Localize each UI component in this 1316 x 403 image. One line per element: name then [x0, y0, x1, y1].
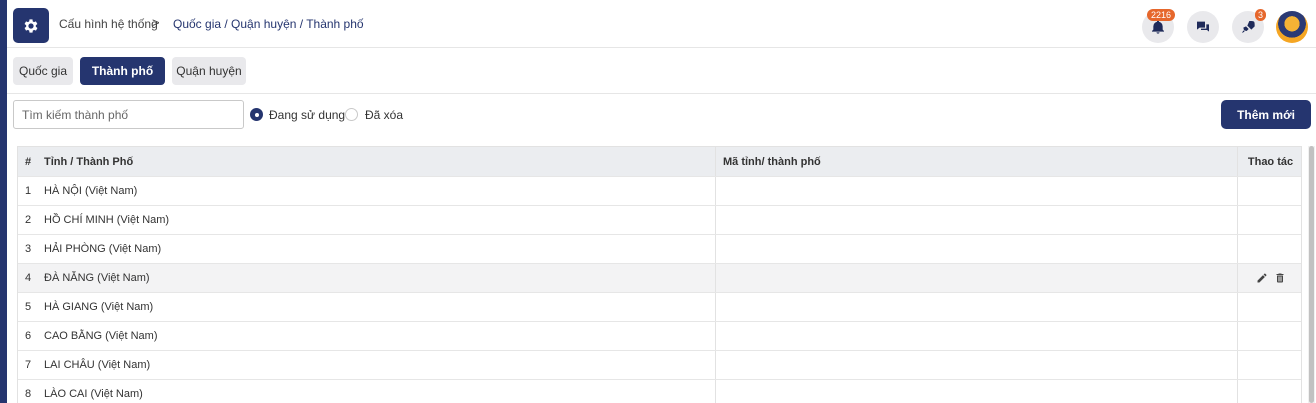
tab-city[interactable]: Thành phố: [80, 57, 165, 85]
user-avatar[interactable]: [1276, 11, 1308, 43]
status-deleted-radio[interactable]: [345, 108, 358, 121]
column-header-name[interactable]: Tỉnh / Thành Phố: [38, 147, 715, 176]
row-index: 8: [24, 388, 32, 400]
breadcrumb-current: Quốc gia / Quận huyện / Thành phố: [173, 17, 364, 31]
row-actions: [1237, 264, 1301, 292]
status-active-radio[interactable]: [250, 108, 263, 121]
table-row[interactable]: 4 ĐÀ NẴNG (Việt Nam): [18, 264, 1301, 293]
row-city-name: HỒ CHÍ MINH (Việt Nam): [44, 214, 170, 226]
row-city-code: [715, 351, 1237, 379]
row-actions: [1237, 322, 1301, 350]
tab-country[interactable]: Quốc gia: [13, 57, 73, 85]
scrollbar-thumb[interactable]: [1309, 146, 1314, 403]
row-city-name: ĐÀ NẴNG (Việt Nam): [44, 272, 150, 284]
table-row[interactable]: 1 HÀ NỘI (Việt Nam): [18, 177, 1301, 206]
table-row[interactable]: 7 LAI CHÂU (Việt Nam): [18, 351, 1301, 380]
row-actions: [1237, 380, 1301, 403]
row-city-code: [715, 293, 1237, 321]
city-table: # Tỉnh / Thành Phố Mã tỉnh/ thành phố Th…: [17, 146, 1302, 403]
table-row[interactable]: 8 LÀO CAI (Việt Nam): [18, 380, 1301, 403]
table-row[interactable]: 6 CAO BẰNG (Việt Nam): [18, 322, 1301, 351]
add-new-button[interactable]: Thêm mới: [1221, 100, 1311, 129]
row-index: 6: [24, 330, 32, 342]
bell-icon: [1152, 20, 1164, 34]
settings-button[interactable]: [13, 8, 49, 43]
rocket-icon: [1242, 21, 1255, 33]
row-city-code: [715, 264, 1237, 292]
breadcrumb-root[interactable]: Cấu hình hệ thống: [59, 17, 158, 31]
column-header-index: #: [24, 155, 32, 168]
row-city-code: [715, 380, 1237, 403]
row-actions: [1237, 293, 1301, 321]
table-row[interactable]: 3 HẢI PHÒNG (Việt Nam): [18, 235, 1301, 264]
row-index: 1: [24, 185, 32, 197]
row-city-code: [715, 177, 1237, 205]
row-actions: [1237, 235, 1301, 263]
status-active-label[interactable]: Đang sử dụng: [269, 108, 345, 122]
chat-icon: [1197, 21, 1209, 32]
column-header-code[interactable]: Mã tỉnh/ thành phố: [715, 147, 1237, 176]
notification-badge: 2216: [1147, 9, 1176, 21]
row-index: 7: [24, 359, 32, 371]
row-index: 5: [24, 301, 32, 313]
delete-icon[interactable]: [1274, 272, 1286, 284]
row-city-name: HÀ GIANG (Việt Nam): [44, 301, 154, 313]
row-actions: [1237, 177, 1301, 205]
row-city-name: HÀ NỘI (Việt Nam): [44, 185, 138, 197]
status-deleted-label[interactable]: Đã xóa: [365, 108, 403, 122]
breadcrumb-separator: >: [152, 15, 160, 30]
top-bar: Cấu hình hệ thống > Quốc gia / Quận huyệ…: [7, 0, 1316, 48]
row-actions: [1237, 206, 1301, 234]
gear-icon: [24, 18, 38, 33]
row-city-name: CAO BẰNG (Việt Nam): [44, 330, 158, 342]
table-row[interactable]: 5 HÀ GIANG (Việt Nam): [18, 293, 1301, 322]
row-city-code: [715, 235, 1237, 263]
row-index: 3: [24, 243, 32, 255]
row-city-name: LAI CHÂU (Việt Nam): [44, 359, 151, 371]
table-header-row: # Tỉnh / Thành Phố Mã tỉnh/ thành phố Th…: [18, 147, 1301, 177]
row-city-name: LÀO CAI (Việt Nam): [44, 388, 143, 400]
messages-button[interactable]: [1187, 11, 1219, 43]
tab-bar: Quốc gia Thành phố Quận huyện: [7, 48, 1316, 94]
row-index: 4: [24, 272, 32, 284]
column-header-actions: Thao tác: [1237, 147, 1301, 176]
filter-bar: Đang sử dụng Đã xóa Thêm mới: [7, 94, 1316, 136]
tab-district[interactable]: Quận huyện: [172, 57, 246, 85]
table-row[interactable]: 2 HỒ CHÍ MINH (Việt Nam): [18, 206, 1301, 235]
edit-icon[interactable]: [1256, 272, 1268, 284]
row-city-code: [715, 206, 1237, 234]
rocket-badge: 3: [1255, 9, 1267, 21]
left-rail: [0, 0, 7, 403]
row-index: 2: [24, 214, 32, 226]
search-input[interactable]: [13, 100, 244, 129]
row-city-code: [715, 322, 1237, 350]
row-city-name: HẢI PHÒNG (Việt Nam): [44, 243, 162, 255]
table-scrollbar[interactable]: [1308, 146, 1315, 403]
row-actions: [1237, 351, 1301, 379]
